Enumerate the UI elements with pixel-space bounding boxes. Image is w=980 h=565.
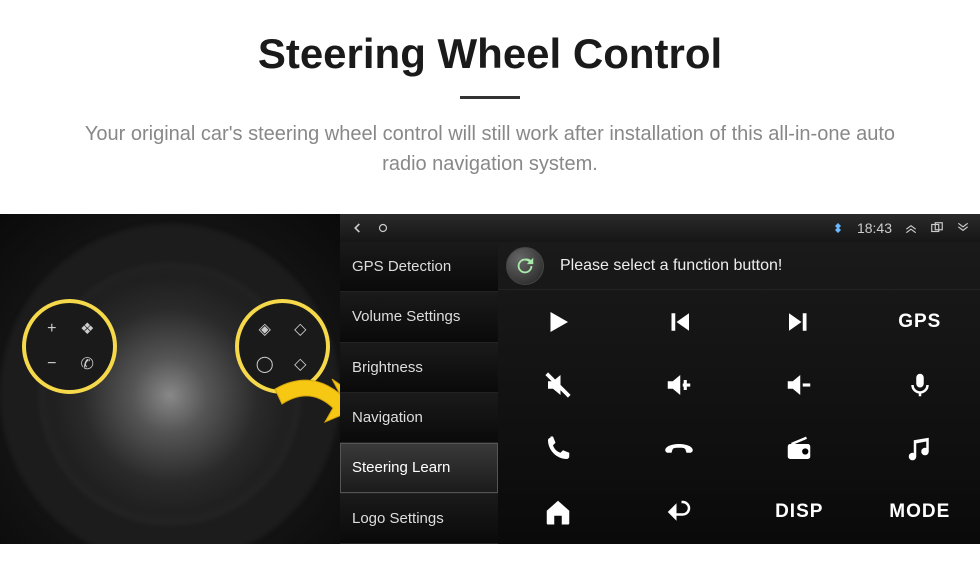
page-title: Steering Wheel Control xyxy=(20,30,960,78)
instruction-text: Please select a function button! xyxy=(560,257,782,275)
mute-button[interactable] xyxy=(498,354,619,418)
minus-icon: − xyxy=(34,347,70,383)
gps-button[interactable]: GPS xyxy=(860,290,980,354)
home-nav-icon[interactable] xyxy=(376,221,390,235)
play-button[interactable] xyxy=(498,290,619,354)
wheel-icon: ◈ xyxy=(247,311,283,347)
bluetooth-icon xyxy=(831,222,845,234)
status-time: 18:43 xyxy=(857,220,892,236)
phone-button[interactable] xyxy=(498,417,619,481)
sidebar-item-volume-settings[interactable]: Volume Settings xyxy=(340,292,498,342)
vol-down-button[interactable] xyxy=(739,354,860,418)
title-divider xyxy=(460,96,520,99)
radio-button[interactable] xyxy=(739,417,860,481)
sidebar-item-label: GPS Detection xyxy=(352,258,451,275)
android-statusbar: 18:43 xyxy=(340,214,980,242)
steering-wheel-photo: + ❖ − ✆ ◈ ◇ ◯ ◇ xyxy=(0,214,340,544)
back-button[interactable] xyxy=(619,481,740,545)
plus-icon: + xyxy=(34,311,70,347)
refresh-button[interactable] xyxy=(506,247,544,285)
recent-apps-icon[interactable] xyxy=(930,221,944,235)
vol-up-button[interactable] xyxy=(619,354,740,418)
function-grid: GPS DISP MODE xyxy=(498,290,980,544)
sidebar-item-label: Steering Learn xyxy=(352,459,450,476)
diamond-icon: ◇ xyxy=(283,311,319,347)
page-subtitle: Your original car's steering wheel contr… xyxy=(65,119,915,179)
disp-button[interactable]: DISP xyxy=(739,481,860,545)
head-unit-screen: 18:43 GPS Detection Volume Settings Brig… xyxy=(340,214,980,544)
sidebar-item-label: Logo Settings xyxy=(352,510,444,527)
home-button[interactable] xyxy=(498,481,619,545)
voice-icon: ❖ xyxy=(70,311,106,347)
hangup-button[interactable] xyxy=(619,417,740,481)
chevron-up-icon[interactable] xyxy=(904,221,918,235)
sidebar-item-brightness[interactable]: Brightness xyxy=(340,343,498,393)
sidebar-item-label: Brightness xyxy=(352,359,423,376)
sidebar-item-logo-settings[interactable]: Logo Settings xyxy=(340,494,498,544)
arrow-callout-icon xyxy=(270,364,340,454)
back-nav-icon[interactable] xyxy=(350,221,364,235)
sidebar-item-steering-learn[interactable]: Steering Learn xyxy=(340,443,498,493)
sidebar-item-navigation[interactable]: Navigation xyxy=(340,393,498,443)
mode-button[interactable]: MODE xyxy=(860,481,980,545)
next-track-button[interactable] xyxy=(739,290,860,354)
prev-track-button[interactable] xyxy=(619,290,740,354)
sidebar-item-label: Volume Settings xyxy=(352,308,460,325)
chevron-down-icon[interactable] xyxy=(956,221,970,235)
sidebar-item-label: Navigation xyxy=(352,409,423,426)
wheel-button-cluster-left: + ❖ − ✆ xyxy=(22,299,117,394)
settings-sidebar: GPS Detection Volume Settings Brightness… xyxy=(340,242,498,544)
music-button[interactable] xyxy=(860,417,980,481)
phone-icon: ✆ xyxy=(70,347,106,383)
sidebar-item-gps-detection[interactable]: GPS Detection xyxy=(340,242,498,292)
mic-button[interactable] xyxy=(860,354,980,418)
